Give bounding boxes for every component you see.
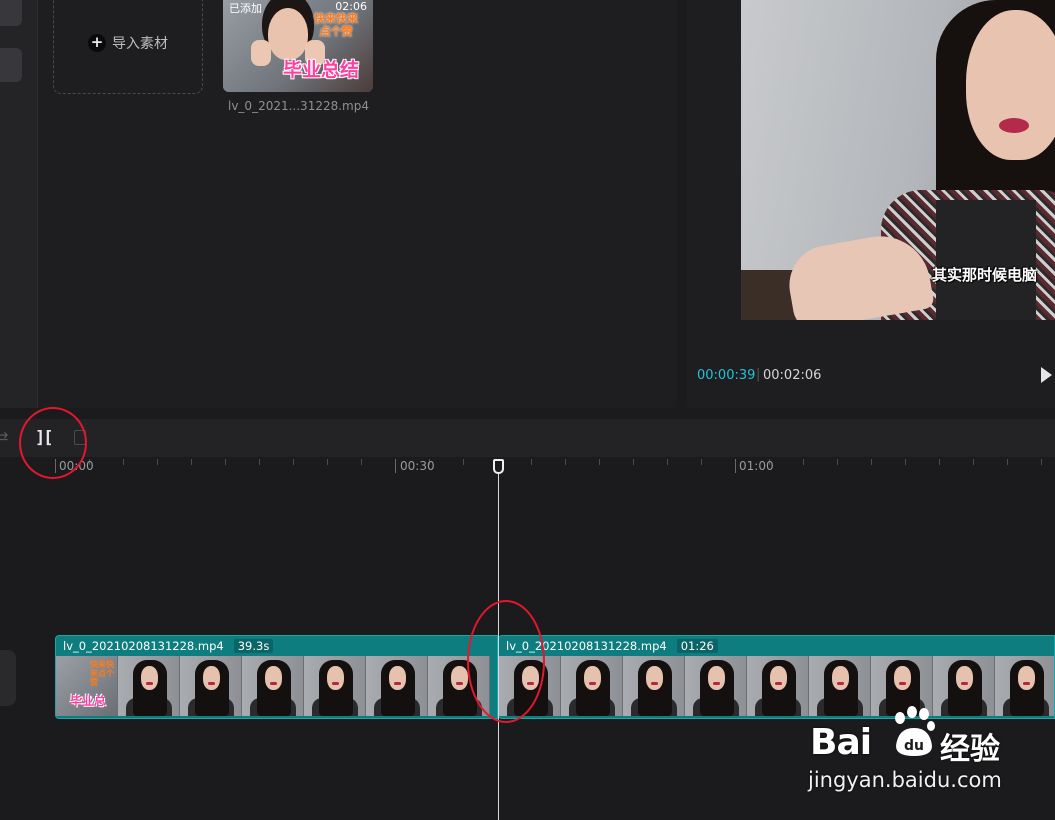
ruler-label-30: 00:30 <box>400 459 435 473</box>
ruler-tick <box>973 459 974 465</box>
ruler-tick <box>531 459 532 465</box>
ruler-tick <box>633 459 634 465</box>
import-media-label: 导入素材 <box>112 36 168 52</box>
ruler-tick <box>939 459 940 465</box>
ruler-tick <box>361 459 362 465</box>
ruler-tick <box>735 459 736 473</box>
thumbnail-hand-left <box>251 40 271 66</box>
timeline-ruler[interactable] <box>0 457 1055 479</box>
watermark-brand: Bai <box>810 722 872 763</box>
ruler-tick <box>599 459 600 465</box>
ruler-tick <box>837 459 838 465</box>
baidu-jingyan-watermark: Bai du 经验 jingyan.baidu.com <box>808 706 1008 796</box>
clip-1-name: lv_0_20210208131228.mp4 <box>63 639 224 653</box>
filmstrip-frame <box>561 656 623 716</box>
left-sidebar <box>0 0 38 408</box>
clip-1-frame-caption-top: 快来快来点个赞 <box>90 660 114 687</box>
watermark-product: 经验 <box>940 732 1000 767</box>
ruler-tick <box>871 459 872 465</box>
preview-subtitle: 其实那时候电脑 <box>932 266 1038 284</box>
filmstrip-frame <box>242 656 304 716</box>
ruler-tick <box>157 459 158 465</box>
track-control-button[interactable] <box>0 650 16 706</box>
media-clip-filename: lv_0_2021...31228.mp4 <box>228 99 369 113</box>
ruler-tick <box>905 459 906 465</box>
filmstrip-frame <box>304 656 366 716</box>
plus-icon: + <box>88 34 106 52</box>
ruler-tick <box>327 459 328 465</box>
baidu-paw-icon: du <box>895 706 935 756</box>
filmstrip-frame <box>623 656 685 716</box>
timeline-toolbar <box>0 419 1055 457</box>
watermark-paw-text: du <box>904 738 924 754</box>
clip-1-frame-caption-bottom: 毕业总 <box>70 694 107 708</box>
annotation-circle-cut-point <box>467 600 545 723</box>
ruler-tick <box>123 459 124 465</box>
ruler-tick <box>259 459 260 465</box>
ruler-tick <box>225 459 226 465</box>
ruler-tick <box>1041 459 1042 465</box>
ruler-tick <box>667 459 668 465</box>
filmstrip-frame <box>685 656 747 716</box>
filmstrip-frame <box>180 656 242 716</box>
filmstrip-frame <box>118 656 180 716</box>
thumbnail-caption-top: 快来快来点个赞 <box>314 12 358 38</box>
play-icon[interactable] <box>1041 367 1052 383</box>
added-badge: 已添加 <box>229 2 262 15</box>
current-time: 00:00:39 <box>697 368 756 383</box>
ruler-tick <box>803 459 804 465</box>
clip-2-duration: 01:26 <box>676 639 718 653</box>
import-media-button[interactable]: + 导入素材 <box>53 0 203 94</box>
ruler-tick <box>395 459 396 473</box>
filmstrip-frame: 快来快来点个赞 毕业总 <box>56 656 118 716</box>
undo-icon[interactable]: ⇄ <box>0 428 9 446</box>
ruler-tick <box>701 459 702 465</box>
ruler-tick <box>463 459 464 465</box>
clip-1-duration: 39.3s <box>233 639 274 653</box>
thumbnail-person <box>268 8 308 60</box>
media-clip-thumbnail[interactable]: 已添加 02:06 快来快来点个赞 毕业总结 <box>223 0 373 92</box>
clip-1-filmstrip: 快来快来点个赞 毕业总 <box>56 656 497 716</box>
annotation-circle-split <box>19 407 87 479</box>
sidebar-button-2[interactable] <box>0 48 22 82</box>
sidebar-button-1[interactable] <box>0 0 22 26</box>
playhead-handle[interactable] <box>493 459 504 474</box>
filmstrip-frame <box>366 656 428 716</box>
timeline-clip-1[interactable]: lv_0_20210208131228.mp4 39.3s 快来快来点个赞 毕业… <box>55 635 498 719</box>
ruler-label-60: 01:00 <box>739 459 774 473</box>
ruler-tick <box>191 459 192 465</box>
time-separator: | <box>756 367 761 382</box>
ruler-tick <box>565 459 566 465</box>
ruler-tick <box>293 459 294 465</box>
filmstrip-frame <box>747 656 809 716</box>
thumbnail-caption-bottom: 毕业总结 <box>283 59 360 81</box>
watermark-url: jingyan.baidu.com <box>808 768 1002 792</box>
ruler-tick <box>1007 459 1008 465</box>
total-time: 00:02:06 <box>763 368 822 383</box>
